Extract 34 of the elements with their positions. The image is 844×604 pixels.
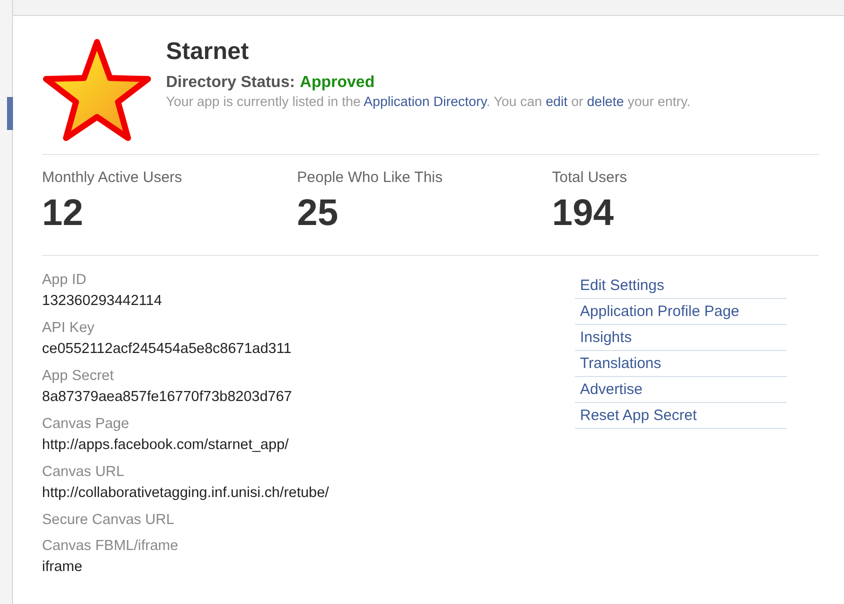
field-label: Secure Canvas URL bbox=[42, 511, 176, 529]
sidebar-tab[interactable] bbox=[7, 97, 13, 130]
app-title: Starnet bbox=[166, 38, 250, 66]
stat-value: 194 bbox=[552, 192, 615, 234]
stat-label: Monthly Active Users bbox=[42, 169, 184, 186]
text-link[interactable]: Application Directory bbox=[364, 94, 486, 109]
stat-label: People Who Like This bbox=[297, 169, 444, 186]
stat-value: 25 bbox=[297, 192, 340, 234]
status-value: Approved bbox=[300, 74, 375, 91]
menu-link[interactable]: Advertise bbox=[575, 377, 787, 403]
field-label: App ID bbox=[42, 271, 88, 289]
field-label: Canvas Page bbox=[42, 415, 130, 433]
text-link[interactable]: edit bbox=[546, 94, 568, 109]
field-value: 8a87379aea857fe16770f73b8203d767 bbox=[42, 388, 293, 407]
field-value: ce0552112acf245454a5e8c8671ad311 bbox=[42, 340, 292, 359]
field-label: API Key bbox=[42, 319, 96, 337]
field-value: http://apps.facebook.com/starnet_app/ bbox=[42, 436, 290, 455]
stat-label: Total Users bbox=[552, 169, 628, 186]
stat-value: 12 bbox=[42, 192, 84, 234]
menu-link[interactable]: Translations bbox=[575, 351, 787, 377]
text-link[interactable]: delete bbox=[587, 94, 624, 109]
menu-link[interactable]: Reset App Secret bbox=[575, 403, 787, 429]
star-icon bbox=[42, 38, 152, 142]
field-value: iframe bbox=[42, 558, 84, 577]
menu-link[interactable]: Insights bbox=[575, 325, 787, 351]
directory-description: Your app is currently listed in the Application Directory. You can edit or delete your entry. bbox=[166, 94, 690, 109]
menu-link[interactable]: Application Profile Page bbox=[575, 299, 787, 325]
status-label: Directory Status: bbox=[166, 74, 295, 91]
field-label: Canvas URL bbox=[42, 463, 126, 481]
menu-link[interactable]: Edit Settings bbox=[575, 273, 787, 299]
field-label: App Secret bbox=[42, 367, 115, 385]
field-value: http://collaborativetagging.inf.unisi.ch/retube/ bbox=[42, 484, 330, 503]
field-label: Canvas FBML/iframe bbox=[42, 537, 180, 555]
field-value: 132360293442114 bbox=[42, 292, 163, 311]
